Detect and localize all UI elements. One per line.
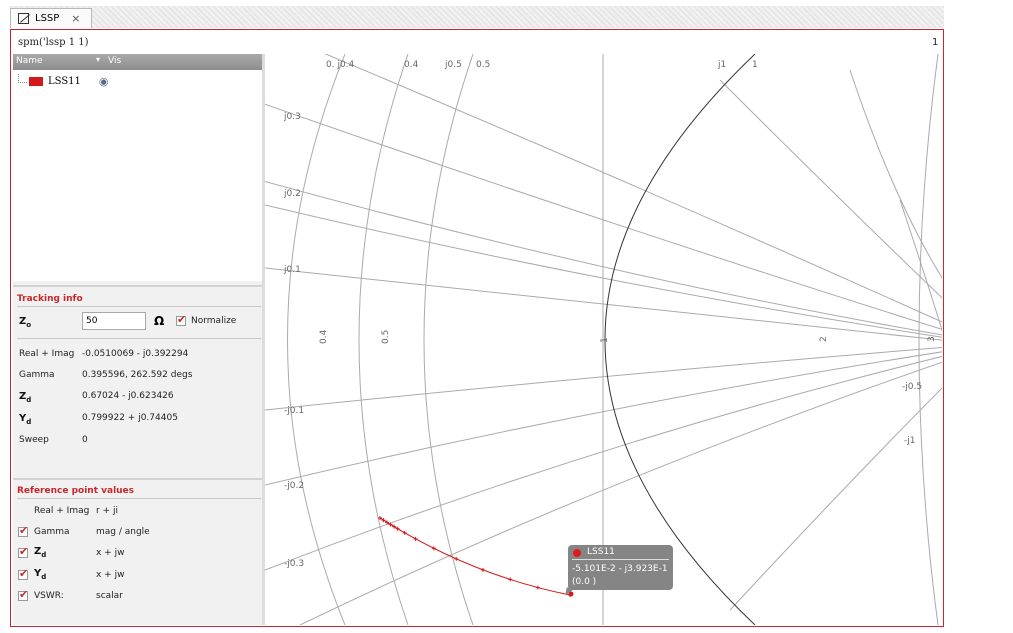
- left-label: -j0.1: [284, 406, 304, 416]
- ref-value-zd: x + jw: [96, 548, 125, 558]
- close-icon[interactable]: ×: [71, 12, 80, 25]
- reference-title: Reference point values: [17, 486, 135, 496]
- tooltip-value: -5.101E-2 - j3.923E-1: [572, 564, 668, 574]
- field-label-sweep: Sweep: [19, 435, 49, 445]
- smith-labels: 0. j0.4 0.4 j0.5 0.5 j1 1 j0.3 j0.2 j0.1…: [283, 60, 937, 569]
- left-label: -j0.2: [284, 481, 304, 491]
- tab-strip: LSSP ×: [10, 6, 944, 28]
- axis-label: 0.4: [319, 329, 329, 344]
- tab-lssp[interactable]: LSSP ×: [10, 8, 92, 28]
- column-name-header[interactable]: Name: [16, 56, 43, 66]
- column-vis-header[interactable]: Vis: [96, 56, 121, 66]
- tracking-info-title: Tracking info: [17, 294, 83, 304]
- top-label: 0. j0.4: [326, 60, 355, 70]
- reactance-arc: [729, 387, 942, 611]
- field-value-real-imag: -0.0510069 - j0.392294: [82, 349, 189, 359]
- reactance-arc: [719, 79, 942, 299]
- ref-label-zd: Zd: [34, 546, 47, 559]
- trace-name: LSS11: [48, 76, 81, 87]
- tab-label: LSSP: [35, 13, 60, 24]
- unit-circle: [604, 54, 756, 625]
- smith-chart[interactable]: 0. j0.4 0.4 j0.5 0.5 j1 1 j0.3 j0.2 j0.1…: [265, 54, 942, 625]
- tooltip-color-dot: [573, 549, 581, 557]
- field-value-yd: 0.799922 + j0.74405: [82, 413, 178, 423]
- normalize-checkbox[interactable]: [176, 313, 186, 326]
- tooltip-rule: [572, 559, 669, 560]
- ref-label-yd: Yd: [34, 568, 47, 581]
- ohm-symbol: Ω: [154, 314, 165, 328]
- section-divider: [13, 478, 262, 480]
- ref-value-yd: x + jw: [96, 570, 125, 580]
- marker-tooltip: LSS11 -5.101E-2 - j3.923E-1 (0.0 ): [568, 545, 673, 590]
- gamma-checkbox[interactable]: [18, 524, 28, 537]
- field-label-real-imag: Real + Imag: [19, 349, 75, 359]
- axis-label: 1: [600, 337, 610, 343]
- z0-label: Zo: [19, 316, 32, 329]
- section-rule: [17, 498, 261, 499]
- field-value-gamma: 0.395596, 262.592 degs: [82, 370, 193, 380]
- left-label: j0.3: [283, 112, 301, 122]
- ref-value-vswr: scalar: [96, 591, 123, 601]
- eye-icon[interactable]: ◉: [99, 75, 109, 88]
- right-label: -j1: [904, 436, 915, 446]
- field-value-zd: 0.67024 - j0.623426: [82, 391, 174, 401]
- top-label: 1: [752, 60, 758, 70]
- ref-label-vswr: VSWR:: [34, 591, 64, 601]
- section-rule: [17, 338, 261, 339]
- reactance-arc: [849, 69, 942, 279]
- plot-icon: [18, 13, 29, 24]
- resistance-circle: [287, 54, 346, 625]
- tree-line: [18, 74, 27, 83]
- tooltip-pointer: [565, 587, 575, 597]
- trace-color-swatch[interactable]: [29, 77, 43, 86]
- field-label-yd: Yd: [19, 413, 32, 426]
- yd-checkbox[interactable]: [18, 567, 28, 580]
- field-label-zd: Zd: [19, 391, 32, 404]
- trace-table-header: Name ▾ Vis: [13, 54, 262, 70]
- trace-list: LSS11 ◉: [13, 70, 262, 281]
- field-label-gamma: Gamma: [19, 370, 55, 380]
- right-label: -j0.5: [902, 382, 922, 392]
- trace-row[interactable]: LSS11 ◉: [18, 74, 109, 88]
- reference-header-left: Real + Imag: [34, 506, 90, 516]
- command-text: spm('lssp 1 1): [18, 37, 89, 48]
- top-label: 0.4: [404, 60, 419, 70]
- ref-label-gamma: Gamma: [34, 527, 70, 537]
- trace-markers: [378, 516, 572, 597]
- top-label: j0.5: [444, 60, 462, 70]
- ref-value-gamma: mag / angle: [96, 527, 150, 537]
- field-value-sweep: 0: [82, 435, 88, 445]
- section-divider: [13, 285, 262, 287]
- left-label: j0.2: [283, 189, 301, 199]
- zd-checkbox[interactable]: [18, 545, 28, 558]
- normalize-label: Normalize: [191, 316, 237, 326]
- tooltip-trace-name: LSS11: [587, 547, 615, 557]
- vswr-checkbox[interactable]: [18, 588, 28, 601]
- resistance-circle: [423, 54, 474, 625]
- corner-number: 1: [932, 37, 939, 48]
- axis-label: 0.5: [381, 330, 391, 344]
- top-label: 0.5: [476, 60, 490, 70]
- top-label: j1: [717, 60, 726, 70]
- left-label: -j0.3: [284, 559, 304, 569]
- reference-header-right: r + ji: [96, 506, 118, 516]
- section-rule: [17, 306, 261, 307]
- left-label: j0.1: [283, 265, 301, 275]
- z0-input[interactable]: 50: [82, 312, 146, 330]
- trace-lss11: [379, 517, 571, 596]
- tooltip-index: (0.0 ): [572, 577, 597, 587]
- axis-label: 2: [819, 336, 829, 342]
- axis-label: 3: [927, 336, 937, 342]
